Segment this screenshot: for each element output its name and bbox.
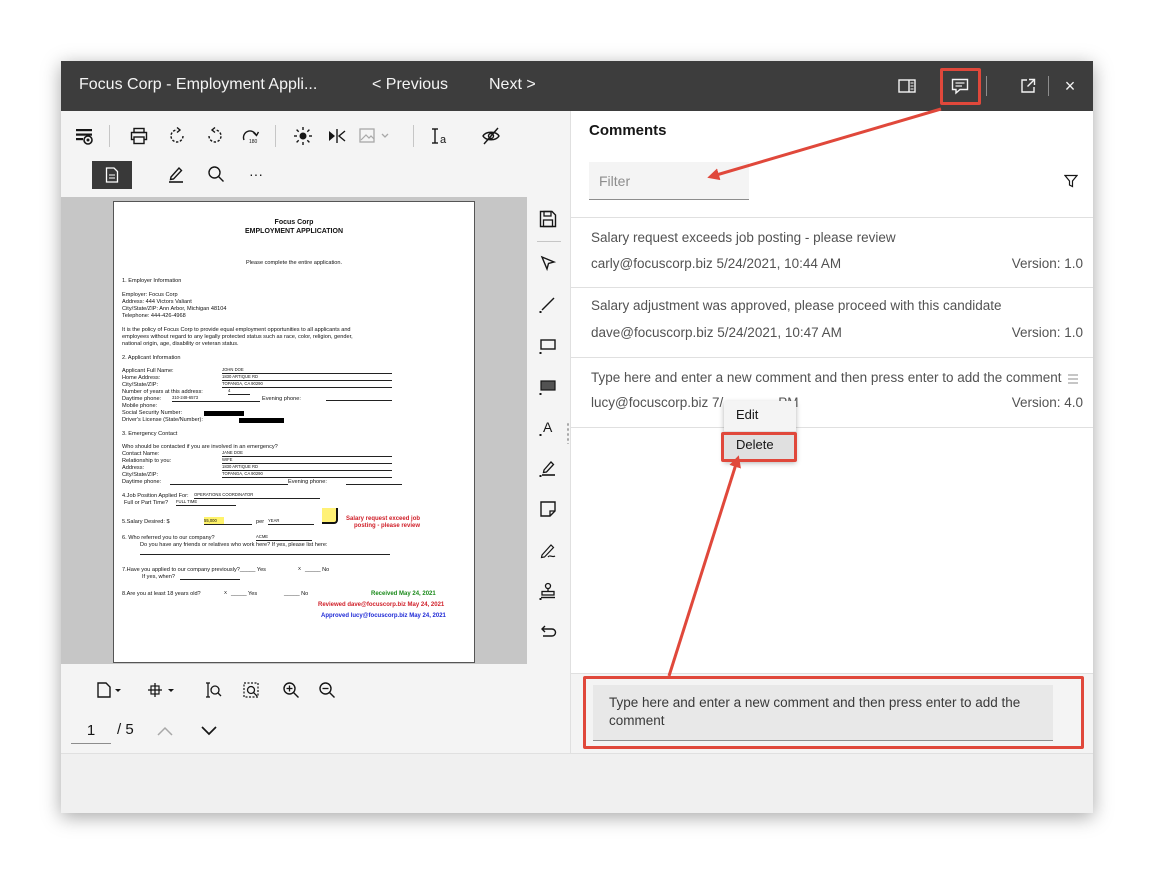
viewer-window: Focus Corp - Employment Appli... < Previ…: [61, 61, 1093, 813]
screenshot-stage: Focus Corp - Employment Appli... < Previ…: [0, 0, 1152, 877]
arrow-to-delete: [667, 455, 741, 677]
annotation-arrows: [667, 107, 942, 677]
arrow-to-filter: [707, 107, 942, 181]
